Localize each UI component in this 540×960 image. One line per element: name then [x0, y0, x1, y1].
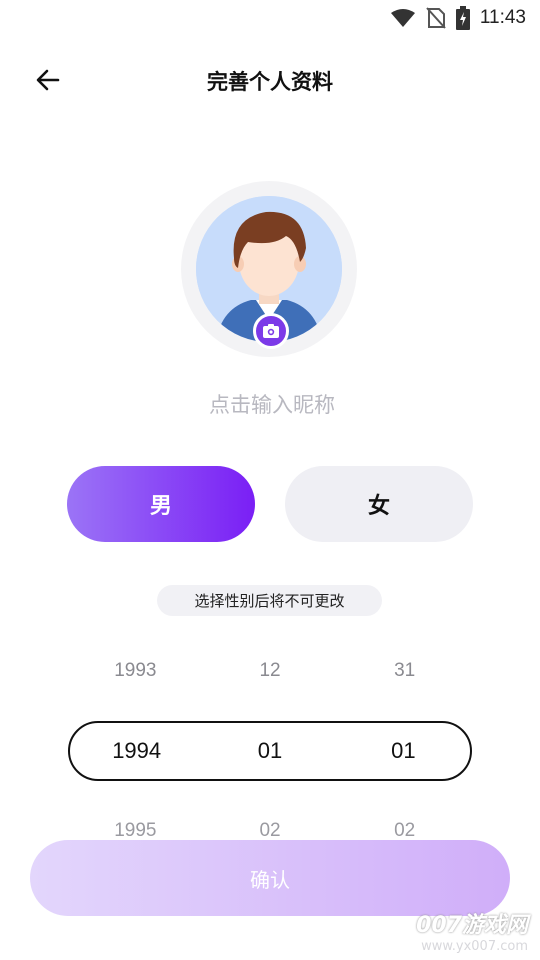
watermark-url: www.yx007.com [421, 939, 528, 954]
no-sim-icon [426, 7, 446, 29]
year-selected[interactable]: 1994 [70, 738, 203, 764]
gender-male-button[interactable]: 男 [67, 466, 255, 542]
battery-charging-icon [455, 6, 470, 30]
year-next[interactable]: 1995 [68, 820, 203, 842]
gender-female-button[interactable]: 女 [285, 466, 473, 542]
wifi-icon [390, 9, 415, 27]
watermark-main: 007游戏网 [416, 913, 528, 938]
status-icons: 11:43 [390, 6, 526, 30]
year-prev[interactable]: 1993 [68, 660, 203, 682]
status-bar: 11:43 [0, 0, 540, 36]
date-picker-prev-row[interactable]: 1993 12 31 [68, 660, 472, 682]
gender-male-label: 男 [149, 494, 172, 519]
day-prev[interactable]: 31 [337, 660, 472, 682]
status-time: 11:43 [479, 7, 526, 28]
page-title: 完善个人资料 [207, 70, 333, 94]
day-selected[interactable]: 01 [337, 738, 470, 764]
watermark: 007游戏网 www.yx007.com [416, 907, 528, 954]
gender-hint: 选择性别后将不可更改 [157, 585, 382, 616]
app-header: 完善个人资料 [0, 50, 540, 110]
date-picker-next-row[interactable]: 1995 02 02 [68, 820, 472, 842]
gender-female-label: 女 [367, 494, 390, 519]
confirm-label: 确认 [250, 867, 290, 892]
confirm-button[interactable]: 确认 [30, 840, 510, 916]
camera-icon [263, 324, 279, 338]
date-picker-selected-row[interactable]: 1994 01 01 [68, 721, 472, 781]
month-selected[interactable]: 01 [203, 738, 336, 764]
change-avatar-button[interactable] [253, 313, 289, 349]
nickname-input[interactable] [0, 392, 540, 418]
month-prev[interactable]: 12 [203, 660, 338, 682]
day-next[interactable]: 02 [337, 820, 472, 842]
month-next[interactable]: 02 [203, 820, 338, 842]
